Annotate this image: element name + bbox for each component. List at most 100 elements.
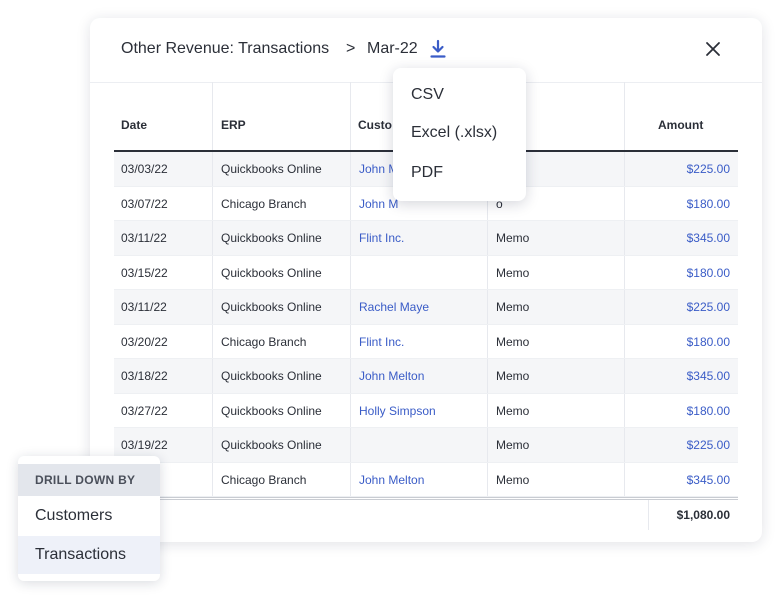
- column-divider: [212, 290, 213, 324]
- column-header-date[interactable]: Date: [121, 118, 147, 132]
- cell-erp: Quickbooks Online: [221, 162, 322, 176]
- table-row[interactable]: 03/20/22 Chicago Branch Flint Inc. Memo $180…: [114, 324, 738, 359]
- column-divider: [624, 290, 625, 324]
- column-divider: [212, 221, 213, 255]
- column-header-customer[interactable]: Custo: [358, 118, 392, 132]
- drill-option-customers[interactable]: Customers: [18, 497, 160, 535]
- cell-erp: Chicago Branch: [221, 472, 307, 487]
- cell-customer[interactable]: John M: [359, 197, 398, 211]
- table-row[interactable]: 03/27/22 Quickbooks Online Holly Simpson Me…: [114, 393, 738, 428]
- column-divider: [487, 221, 488, 255]
- table-row[interactable]: 03/11/22 Quickbooks Online Rachel Maye Memo…: [114, 290, 738, 325]
- cell-erp: Quickbooks Online: [221, 403, 322, 418]
- download-icon[interactable]: [430, 39, 446, 59]
- page-title: Other Revenue: Transactions: [121, 40, 330, 57]
- period-label: Mar-22: [367, 40, 418, 57]
- column-divider: [212, 462, 213, 496]
- table-row[interactable]: 03/18/22 Quickbooks Online John Melton Memo…: [114, 359, 738, 394]
- export-pdf-option[interactable]: PDF: [411, 164, 443, 182]
- column-divider: [350, 255, 351, 289]
- cell-date: 03/15/22: [121, 265, 168, 280]
- column-divider: [350, 428, 351, 462]
- column-divider: [624, 359, 625, 393]
- column-divider: [487, 290, 488, 324]
- column-divider: [487, 255, 488, 289]
- cell-memo: Memo: [496, 369, 530, 383]
- column-header-amount[interactable]: Amount: [658, 118, 703, 132]
- column-divider: [624, 186, 625, 220]
- cell-amount: $225.00: [686, 300, 730, 314]
- close-icon[interactable]: [704, 40, 722, 58]
- cell-date: 03/03/22: [121, 162, 168, 176]
- column-divider: [212, 186, 213, 220]
- export-excel-option[interactable]: Excel (.xlsx): [411, 124, 497, 142]
- cell-memo: Memo: [496, 472, 530, 487]
- column-divider: [212, 255, 213, 289]
- column-divider: [624, 428, 625, 462]
- cell-amount: $345.00: [686, 231, 730, 245]
- column-divider: [624, 462, 625, 496]
- cell-date: 03/27/22: [121, 403, 168, 418]
- table-row[interactable]: /22Chicago BranchJohn MeltonMemo$345.00: [114, 462, 738, 497]
- cell-memo: Memo: [496, 265, 530, 280]
- cell-amount: $345.00: [686, 472, 730, 487]
- cell-erp: Quickbooks Online: [221, 300, 322, 314]
- cell-customer[interactable]: Flint Inc.: [359, 335, 404, 349]
- column-divider: [212, 359, 213, 393]
- drill-option-transactions[interactable]: Transactions: [18, 536, 160, 574]
- cell-erp: Chicago Branch: [221, 196, 307, 211]
- cell-amount: $345.00: [686, 369, 730, 383]
- cell-erp: Chicago Branch: [221, 334, 307, 349]
- column-divider: [624, 152, 625, 186]
- column-divider: [487, 462, 488, 496]
- table-row[interactable]: 03/15/22 Quickbooks Online Memo $180.00: [114, 255, 738, 290]
- drill-down-heading: DRILL DOWN BY: [18, 464, 160, 496]
- cell-amount: $180.00: [686, 265, 730, 280]
- column-divider: [350, 186, 351, 220]
- cell-amount: $225.00: [686, 162, 730, 176]
- cell-customer[interactable]: Holly Simpson: [359, 404, 436, 418]
- column-divider: [350, 393, 351, 427]
- cell-amount: $180.00: [686, 334, 730, 349]
- cell-date: 03/11/22: [121, 231, 167, 245]
- breadcrumb-separator: >: [346, 40, 356, 57]
- cell-date: 03/20/22: [121, 334, 168, 349]
- column-divider: [350, 152, 351, 186]
- cell-amount: $225.00: [686, 438, 730, 452]
- cell-erp: Quickbooks Online: [221, 369, 322, 383]
- table-row[interactable]: 03/19/22 Quickbooks Online Memo $225.00: [114, 428, 738, 463]
- cell-amount: $180.00: [686, 403, 730, 418]
- cell-date: 03/11/22: [121, 300, 167, 314]
- drill-down-menu: DRILL DOWN BY Customers Transactions: [18, 456, 160, 581]
- export-csv-option[interactable]: CSV: [411, 86, 444, 104]
- cell-memo: Memo: [496, 403, 530, 418]
- table-body: 03/03/22Quickbooks OnlineJohn Mo$225.000…: [114, 152, 738, 497]
- cell-customer[interactable]: John Melton: [359, 473, 424, 487]
- column-divider: [212, 152, 213, 186]
- cell-date: 03/19/22: [121, 438, 168, 452]
- cell-erp: Quickbooks Online: [221, 231, 322, 245]
- cell-customer[interactable]: John Melton: [359, 369, 424, 383]
- column-divider: [487, 359, 488, 393]
- column-divider: [212, 428, 213, 462]
- column-divider: [350, 221, 351, 255]
- cell-customer[interactable]: Rachel Maye: [359, 300, 429, 314]
- cell-memo: Memo: [496, 300, 530, 314]
- cell-amount: $180.00: [686, 196, 730, 211]
- export-menu: CSV Excel (.xlsx) PDF: [393, 68, 526, 201]
- column-header-erp[interactable]: ERP: [221, 118, 246, 132]
- column-divider: [212, 393, 213, 427]
- column-divider: [487, 428, 488, 462]
- column-divider: [350, 462, 351, 496]
- cell-memo: Memo: [496, 334, 530, 349]
- table-row[interactable]: 03/11/22 Quickbooks Online Flint Inc. Memo $…: [114, 221, 738, 256]
- column-divider: [624, 255, 625, 289]
- cell-memo: Memo: [496, 438, 530, 452]
- column-divider: [350, 290, 351, 324]
- column-divider: [350, 324, 351, 358]
- cell-memo: Memo: [496, 231, 530, 245]
- cell-customer[interactable]: Flint Inc.: [359, 231, 404, 245]
- column-divider: [487, 324, 488, 358]
- column-divider: [487, 393, 488, 427]
- column-divider: [350, 359, 351, 393]
